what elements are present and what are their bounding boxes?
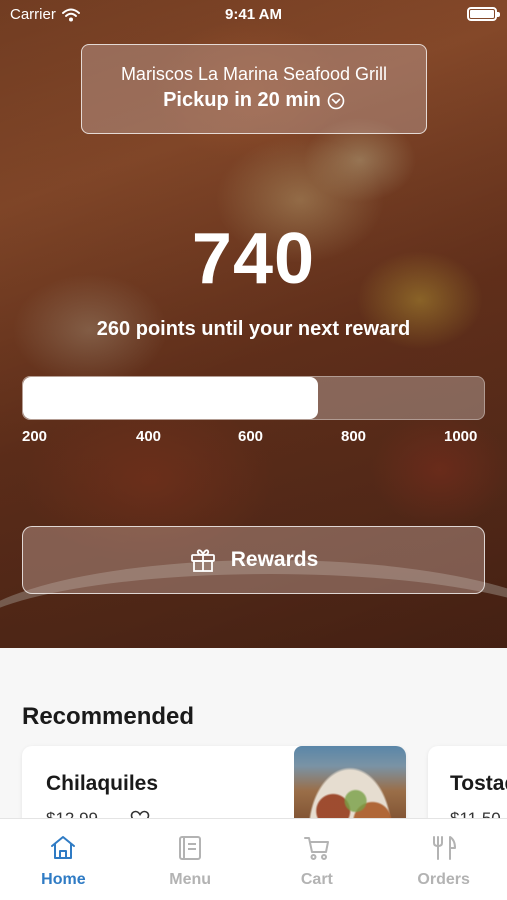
progress-tick-label: 200 xyxy=(22,428,48,445)
menu-book-icon xyxy=(179,836,202,860)
item-name: Chilaquiles xyxy=(46,772,159,795)
points-until-reward: 260 points until your next reward xyxy=(96,318,411,340)
tab-label: Cart xyxy=(300,871,333,888)
tab-bar: Home Menu Cart Orders xyxy=(0,818,507,900)
hero-content: Carrier 9:41 AM Mariscos La Marina Seafo… xyxy=(0,0,507,648)
recommended-heading: Recommended xyxy=(22,703,195,730)
pickup-time-label: Pickup in 20 min xyxy=(163,89,321,111)
progress-tick-label: 400 xyxy=(136,428,162,445)
restaurant-name: Mariscos La Marina Seafood Grill xyxy=(120,64,388,84)
home-icon xyxy=(51,836,76,859)
battery-icon xyxy=(467,7,500,21)
location-selector[interactable]: Mariscos La Marina Seafood Grill Pickup … xyxy=(81,44,427,134)
tab-label: Menu xyxy=(169,871,212,888)
tab-home[interactable]: Home xyxy=(0,819,127,900)
rewards-button-label: Rewards xyxy=(230,548,319,571)
status-bar: Carrier 9:41 AM xyxy=(0,0,507,30)
rewards-progress-fill xyxy=(23,377,319,419)
status-time: 9:41 AM xyxy=(225,6,282,23)
progress-tick-label: 600 xyxy=(238,428,264,445)
tab-menu[interactable]: Menu xyxy=(127,819,254,900)
hero-background: Carrier 9:41 AM Mariscos La Marina Seafo… xyxy=(0,0,507,648)
points-balance: 740 xyxy=(191,219,316,299)
tab-cart[interactable]: Cart xyxy=(254,819,381,900)
item-name: Tostada xyxy=(450,772,507,795)
gift-icon xyxy=(190,549,215,572)
tab-label: Orders xyxy=(417,871,470,888)
rewards-button[interactable]: Rewards xyxy=(22,526,485,594)
pickup-row: Pickup in 20 min xyxy=(82,89,426,112)
cart-icon xyxy=(303,837,329,860)
tab-label: Home xyxy=(41,871,86,888)
chevron-down-circle-icon xyxy=(327,92,345,109)
progress-tick-label: 1000 xyxy=(444,428,478,445)
tab-orders[interactable]: Orders xyxy=(380,819,507,900)
fork-knife-icon xyxy=(432,836,456,860)
progress-tick-label: 800 xyxy=(341,428,367,445)
rewards-progress-bar xyxy=(22,376,485,420)
